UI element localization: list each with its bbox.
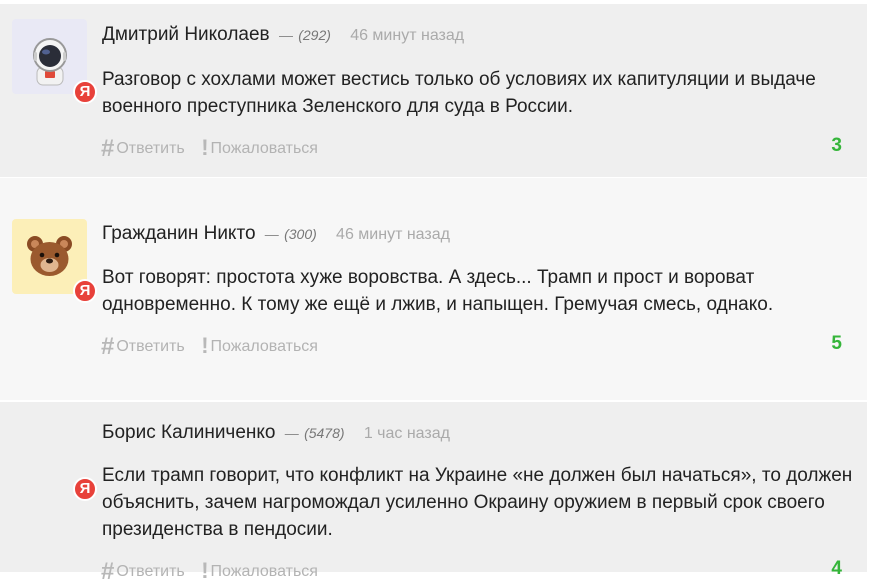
author-name[interactable]: Гражданин Никто <box>102 223 256 244</box>
comment-actions: # Ответить ! Пожаловаться <box>101 558 318 586</box>
comment-rating[interactable]: 5 <box>831 333 842 355</box>
yandex-badge-icon: Я <box>73 80 97 104</box>
author-name[interactable]: Дмитрий Николаев <box>102 24 270 45</box>
comment-actions: # Ответить ! Пожаловаться <box>101 135 318 163</box>
comment-text: Если трамп говорит, что конфликт на Укра… <box>102 465 853 540</box>
dash: — <box>264 226 279 242</box>
report-button[interactable]: Пожаловаться <box>211 140 318 157</box>
comment-text: Вот говорят: простота хуже воровства. А … <box>102 267 774 315</box>
reply-button[interactable]: Ответить <box>116 563 184 580</box>
report-button[interactable]: Пожаловаться <box>211 563 318 580</box>
report-button[interactable]: Пожаловаться <box>211 338 318 355</box>
dash: — <box>278 27 293 43</box>
reply-hash-icon: # <box>101 558 115 585</box>
reply-button[interactable]: Ответить <box>116 338 184 355</box>
comment-item: Я Гражданин Никто — (300) 46 минут назад… <box>0 178 867 400</box>
comment-time[interactable]: 46 минут назад <box>336 226 450 243</box>
report-icon: ! <box>201 333 209 358</box>
report-icon: ! <box>201 135 209 160</box>
comment-header: Борис Калиниченко — (5478) 1 час назад <box>102 422 450 444</box>
reply-hash-icon: # <box>101 135 115 162</box>
reply-button[interactable]: Ответить <box>116 140 184 157</box>
yandex-badge-icon: Я <box>73 279 97 303</box>
comment-text: Разговор с хохлами может вестись только … <box>102 69 816 117</box>
comment-time[interactable]: 46 минут назад <box>350 27 464 44</box>
author-name[interactable]: Борис Калиниченко <box>102 422 276 443</box>
comment-rating[interactable]: 3 <box>831 135 842 157</box>
comment-header: Гражданин Никто — (300) 46 минут назад <box>102 223 450 245</box>
reply-hash-icon: # <box>101 333 115 360</box>
author-karma: (300) <box>284 226 317 242</box>
comment-header: Дмитрий Николаев — (292) 46 минут назад <box>102 24 464 46</box>
dash: — <box>284 425 299 441</box>
comment-rating[interactable]: 4 <box>831 558 842 580</box>
yandex-badge-icon: Я <box>73 477 97 501</box>
author-karma: (5478) <box>304 425 345 441</box>
author-karma: (292) <box>298 27 331 43</box>
comment-time[interactable]: 1 час назад <box>364 425 450 442</box>
comment-item: Я Дмитрий Николаев — (292) 46 минут наза… <box>0 4 867 177</box>
comment-item: Я Борис Калиниченко — (5478) 1 час назад… <box>0 402 867 585</box>
comment-actions: # Ответить ! Пожаловаться <box>101 333 318 361</box>
